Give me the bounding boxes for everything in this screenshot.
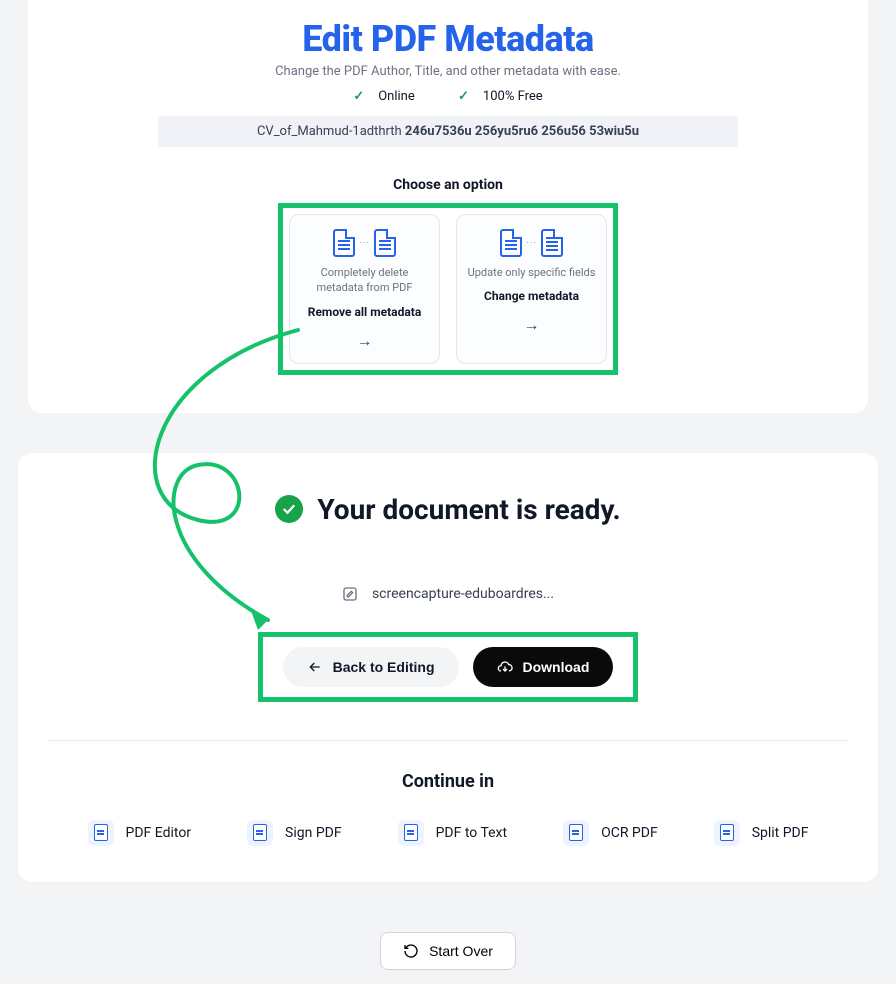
continue-heading: Continue in xyxy=(18,771,878,792)
pdf-editor-icon xyxy=(88,820,114,846)
option-remove-metadata[interactable]: ··· Completely delete metadata from PDF … xyxy=(289,214,440,364)
start-over-button[interactable]: Start Over xyxy=(380,932,516,970)
pencil-icon xyxy=(342,586,358,602)
tool-sign-pdf[interactable]: Sign PDF xyxy=(247,820,342,846)
option-desc: Completely delete metadata from PDF xyxy=(298,265,431,296)
tag-free: ✓100% Free xyxy=(448,89,553,104)
split-pdf-icon xyxy=(714,820,740,846)
tools-row: PDF Editor Sign PDF PDF to Text OCR PDF … xyxy=(18,820,878,846)
ready-heading: Your document is ready. xyxy=(317,493,620,526)
arrow-right-icon: → xyxy=(298,331,431,351)
option-title: Remove all metadata xyxy=(298,304,431,321)
tool-pdf-editor[interactable]: PDF Editor xyxy=(88,820,192,846)
tool-ocr-pdf[interactable]: OCR PDF xyxy=(563,820,658,846)
document-icon xyxy=(374,229,396,257)
check-icon: ✓ xyxy=(458,89,469,104)
filename-bold: 246u7536u 256yu5ru6 256u56 53wiu5u xyxy=(405,124,639,139)
page-title: Edit PDF Metadata xyxy=(28,18,868,60)
ocr-pdf-icon xyxy=(563,820,589,846)
document-icon xyxy=(333,229,355,257)
tool-pdf-to-text[interactable]: PDF to Text xyxy=(398,820,507,846)
tool-split-pdf[interactable]: Split PDF xyxy=(714,820,809,846)
back-to-editing-button[interactable]: Back to Editing xyxy=(283,647,459,687)
dots-icon: ··· xyxy=(359,238,370,249)
feature-tags: ✓Online ✓100% Free xyxy=(28,89,868,104)
filename-plain: CV_of_Mahmud-1adthrth xyxy=(257,124,402,139)
page-subtitle: Change the PDF Author, Title, and other … xyxy=(28,64,868,79)
actions-highlight-box: Back to Editing Download xyxy=(258,632,638,702)
pdf-to-text-icon xyxy=(398,820,424,846)
option-icons: ··· xyxy=(298,229,431,257)
arrow-left-icon xyxy=(307,659,323,675)
output-filename: screencapture-eduboardres... xyxy=(372,586,554,602)
option-desc: Update only specific fields xyxy=(465,265,598,280)
refresh-icon xyxy=(403,943,419,959)
options-highlight-box: ··· Completely delete metadata from PDF … xyxy=(278,203,618,375)
ready-heading-row: Your document is ready. xyxy=(18,493,878,526)
option-title: Change metadata xyxy=(465,288,598,305)
cloud-download-icon xyxy=(497,659,513,675)
sign-pdf-icon xyxy=(247,820,273,846)
divider xyxy=(48,740,848,741)
ready-panel: Your document is ready. screencapture-ed… xyxy=(18,453,878,882)
filename-bar: CV_of_Mahmud-1adthrth 246u7536u 256yu5ru… xyxy=(158,116,738,147)
success-check-icon xyxy=(275,495,303,523)
choose-option-heading: Choose an option xyxy=(28,177,868,193)
check-icon: ✓ xyxy=(353,89,364,104)
download-button[interactable]: Download xyxy=(473,647,614,687)
tag-online: ✓Online xyxy=(343,89,424,104)
output-file-row: screencapture-eduboardres... xyxy=(18,586,878,602)
document-icon xyxy=(500,229,522,257)
document-lines-icon xyxy=(541,229,563,257)
option-icons: ··· xyxy=(465,229,598,257)
option-change-metadata[interactable]: ··· Update only specific fields Change m… xyxy=(456,214,607,364)
edit-metadata-panel: Edit PDF Metadata Change the PDF Author,… xyxy=(28,0,868,413)
dots-icon: ··· xyxy=(526,238,537,249)
arrow-right-icon: → xyxy=(465,315,598,335)
